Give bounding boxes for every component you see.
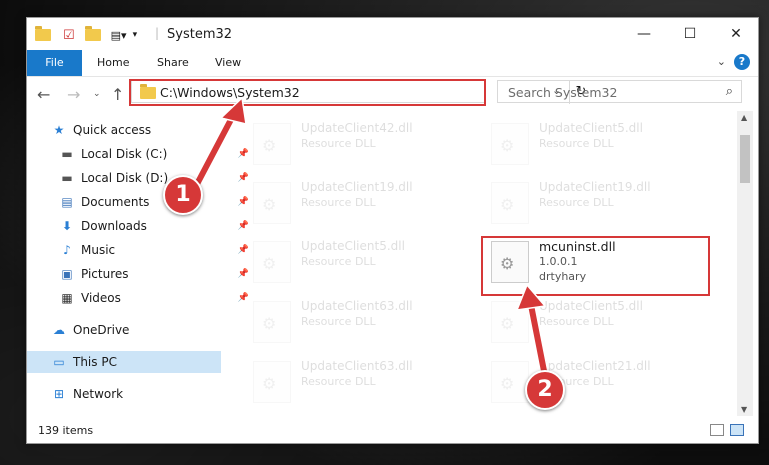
- arrowhead-1: [219, 96, 247, 125]
- annotation-arrows: [191, 96, 550, 381]
- step-badge-1: 1: [163, 175, 203, 215]
- step-badge-2: 2: [525, 370, 565, 410]
- arrow-2: [527, 297, 548, 379]
- arrow-1: [193, 107, 239, 189]
- arrowhead-2: [515, 283, 547, 311]
